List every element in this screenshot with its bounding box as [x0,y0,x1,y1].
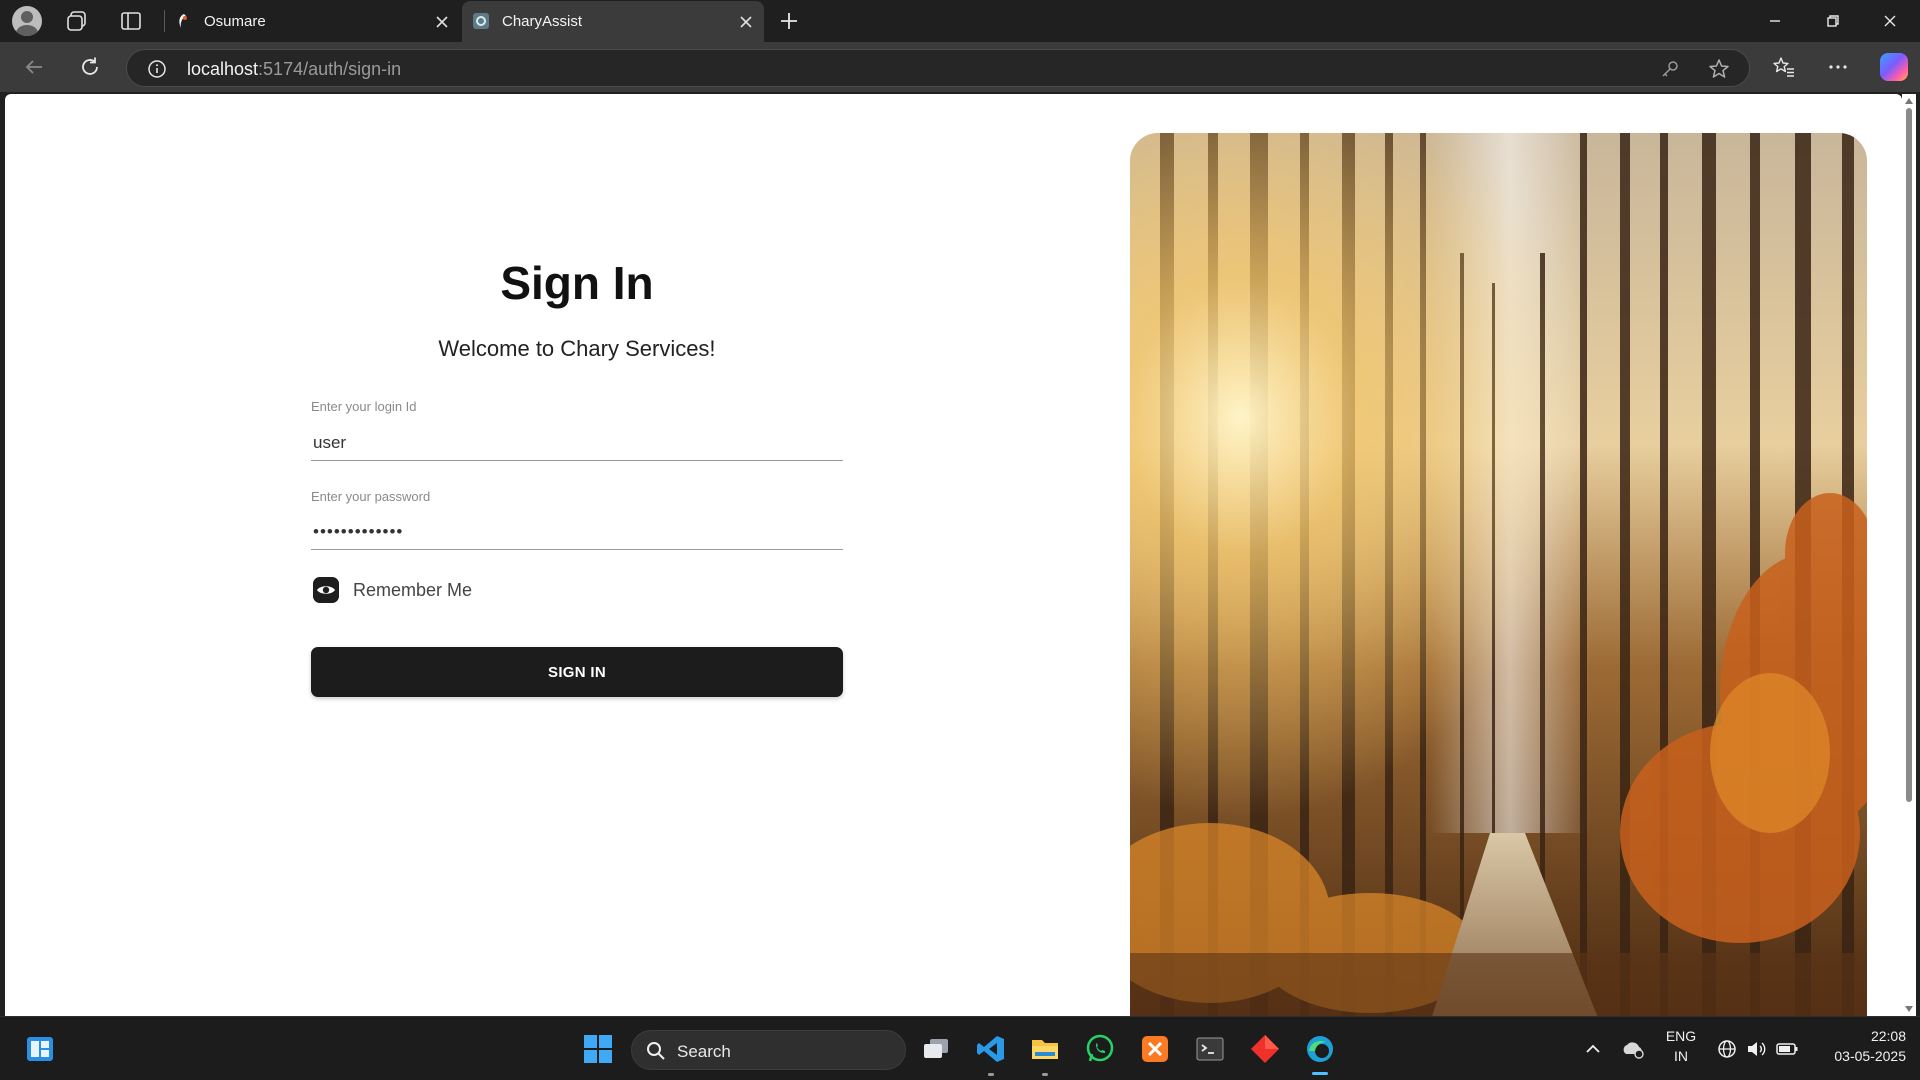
new-tab-icon[interactable] [777,9,801,33]
xampp-icon[interactable] [1139,1033,1171,1065]
search-icon [647,1042,665,1060]
profile-avatar[interactable] [12,6,42,36]
git-diamond-icon[interactable] [1249,1033,1281,1065]
browser-toolbar: localhost:5174/auth/sign-in [0,42,1920,92]
sign-in-form: Sign In Welcome to Chary Services! Enter… [311,94,843,1016]
remember-me-label: Remember Me [353,580,473,600]
minimize-icon[interactable] [1762,8,1788,34]
favorite-star-icon[interactable] [1707,57,1731,81]
tab-title: Osumare [204,13,266,30]
login-id-label: Enter your login Id [311,399,417,414]
forest-hero-image [1130,133,1867,1016]
password-key-icon[interactable] [1659,58,1681,80]
volume-icon[interactable] [1745,1038,1767,1060]
more-options-icon[interactable] [1826,55,1850,79]
browser-tab-strip: Osumare CharyAssist [0,0,1920,42]
battery-icon[interactable] [1775,1038,1799,1060]
sign-in-button[interactable]: SIGN IN [311,647,843,697]
address-url: localhost:5174/auth/sign-in [187,59,401,80]
eye-icon[interactable] [313,577,339,603]
task-view-icon[interactable] [920,1033,952,1065]
clock-time[interactable]: 22:08 [1810,1028,1906,1044]
vscode-icon[interactable] [975,1033,1007,1065]
tab-osumare[interactable]: Osumare [164,1,460,42]
password-field[interactable] [311,514,843,550]
input-language[interactable]: ENG [1664,1028,1698,1044]
widgets-icon[interactable] [24,1033,56,1065]
scroll-down-arrow-icon[interactable] [1905,1006,1913,1012]
page-viewport: Sign In Welcome to Chary Services! Enter… [5,94,1902,1016]
vscode-running-indicator [988,1073,994,1076]
address-bar[interactable]: localhost:5174/auth/sign-in [126,49,1750,87]
favorites-icon[interactable] [1772,55,1796,79]
osumare-favicon-icon [179,14,187,28]
scroll-up-arrow-icon[interactable] [1905,98,1913,104]
windows-taskbar: Search ENG IN 22:08 03-05-2025 [0,1016,1920,1080]
url-host: localhost [187,59,259,79]
file-explorer-icon[interactable] [1029,1033,1061,1065]
page-scrollbar[interactable] [1902,94,1916,1016]
whatsapp-icon[interactable] [1084,1033,1116,1065]
scroll-thumb[interactable] [1906,108,1912,802]
url-path: :5174/auth/sign-in [258,59,402,79]
refresh-icon[interactable] [78,55,102,79]
password-label: Enter your password [311,489,431,504]
clock-date[interactable]: 03-05-2025 [1810,1048,1906,1064]
site-info-icon[interactable] [147,59,167,79]
welcome-text: Welcome to Chary Services! [438,336,716,361]
vertical-tabs-icon[interactable] [118,8,144,34]
input-region[interactable]: IN [1664,1048,1698,1064]
close-window-icon[interactable] [1877,8,1903,34]
page-title: Sign In [500,257,654,309]
copilot-icon[interactable] [1880,53,1908,81]
tab-title: CharyAssist [502,13,583,30]
close-icon[interactable] [434,14,450,30]
login-id-field[interactable] [311,425,843,461]
network-globe-icon[interactable] [1716,1038,1738,1060]
onedrive-icon[interactable] [1620,1036,1646,1062]
restore-icon[interactable] [1820,8,1846,34]
taskbar-search-box[interactable]: Search [631,1030,906,1070]
edge-browser-icon[interactable] [1304,1033,1336,1065]
tab-charyassist[interactable]: CharyAssist [462,1,764,42]
back-arrow-icon[interactable] [22,55,46,79]
explorer-running-indicator [1042,1073,1048,1076]
chevron-up-icon[interactable] [1582,1038,1604,1060]
workspaces-icon[interactable] [64,8,90,34]
terminal-icon[interactable] [1194,1033,1226,1065]
edge-active-indicator [1312,1072,1328,1075]
windows-start-icon[interactable] [582,1033,614,1065]
charyassist-favicon-icon [473,13,489,29]
close-icon[interactable] [738,14,754,30]
taskbar-search-label: Search [677,1042,731,1061]
